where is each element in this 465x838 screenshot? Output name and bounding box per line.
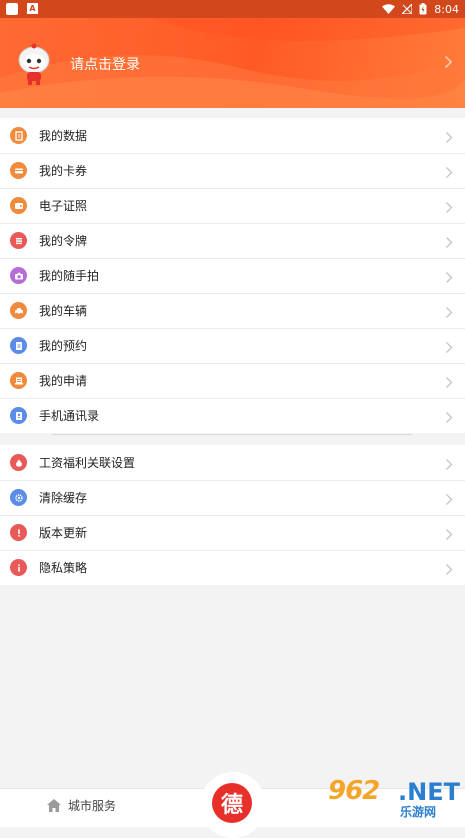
contacts-icon [10,407,27,424]
menu-item-label: 我的数据 [39,129,88,143]
menu-item-label: 清除缓存 [39,491,88,505]
watermark-number: 962 [328,776,380,806]
chevron-right-icon [445,234,453,253]
gear-icon [10,489,27,506]
menu-item-alert[interactable]: 版本更新 [0,515,465,550]
chevron-right-icon [445,339,453,358]
chevron-right-icon [445,374,453,393]
watermark-logo: 962 .NET 乐游网 [328,776,460,820]
salary-icon [10,454,27,471]
menu-item-data[interactable]: 我的数据 [0,118,465,153]
chevron-right-icon [444,55,453,69]
menu-item-gear[interactable]: 清除缓存 [0,480,465,515]
appointment-icon [10,337,27,354]
section-divider [52,434,412,435]
menu-item-label: 我的随手拍 [39,269,100,283]
center-logo-char: 德 [220,793,243,818]
menu-group-account: 我的数据我的卡券电子证照我的令牌我的随手拍我的车辆我的预约我的申请手机通讯录 [0,118,465,433]
alert-icon [10,524,27,541]
tab-city-services-label: 城市服务 [68,799,117,813]
watermark-sub: 乐游网 [400,805,437,819]
menu-item-salary[interactable]: 工资福利关联设置 [0,445,465,480]
menu-item-label: 我的申请 [39,374,88,388]
avatar [18,43,50,85]
login-header[interactable]: 请点击登录 [0,18,465,108]
menu-item-label: 工资福利关联设置 [39,456,136,470]
chevron-right-icon [445,304,453,323]
menu-item-appointment[interactable]: 我的预约 [0,328,465,363]
token-icon [10,232,27,249]
menu-item-wallet[interactable]: 电子证照 [0,188,465,223]
login-prompt[interactable]: 请点击登录 [70,54,140,74]
menu-item-car[interactable]: 我的车辆 [0,293,465,328]
chevron-right-icon [445,526,453,545]
menu-item-label: 我的预约 [39,339,88,353]
application-icon [10,372,27,389]
chevron-right-icon [445,491,453,510]
watermark-domain: .NET [398,778,460,806]
chevron-right-icon [445,269,453,288]
menu-item-label: 隐私策略 [39,561,88,575]
tab-city-services[interactable]: 城市服务 [46,797,116,814]
battery-icon [419,3,427,15]
camera-icon [10,267,27,284]
chevron-right-icon [445,199,453,218]
chevron-right-icon [445,129,453,148]
menu-group-settings: 工资福利关联设置 清除缓存版本更新隐私策略 [0,445,465,585]
wifi-icon [382,4,396,14]
chevron-right-icon [445,561,453,580]
menu-item-info[interactable]: 隐私策略 [0,550,465,585]
center-logo-button[interactable]: 德 [212,783,252,823]
chevron-right-icon [445,164,453,183]
menu-item-contacts[interactable]: 手机通讯录 [0,398,465,433]
menu-item-label: 电子证照 [39,199,88,213]
app-notification-icon: A [27,3,38,14]
coupon-icon [10,162,27,179]
menu-item-label: 我的车辆 [39,304,88,318]
menu-item-camera[interactable]: 我的随手拍 [0,258,465,293]
menu-item-application[interactable]: 我的申请 [0,363,465,398]
wallet-icon [10,197,27,214]
data-icon [10,127,27,144]
info-icon [10,559,27,576]
menu-item-label: 手机通讯录 [39,409,100,423]
status-bar: A 8:04 [0,0,465,18]
menu-item-coupon[interactable]: 我的卡券 [0,153,465,188]
menu-item-label: 我的令牌 [39,234,88,248]
car-icon [10,302,27,319]
home-icon [47,799,61,812]
chevron-right-icon [445,456,453,475]
status-time: 8:04 [434,2,459,16]
menu-item-token[interactable]: 我的令牌 [0,223,465,258]
chevron-right-icon [445,409,453,428]
menu-item-label: 我的卡券 [39,164,88,178]
notification-icon [6,3,18,15]
signal-icon [402,4,413,14]
menu-item-label: 版本更新 [39,526,88,540]
